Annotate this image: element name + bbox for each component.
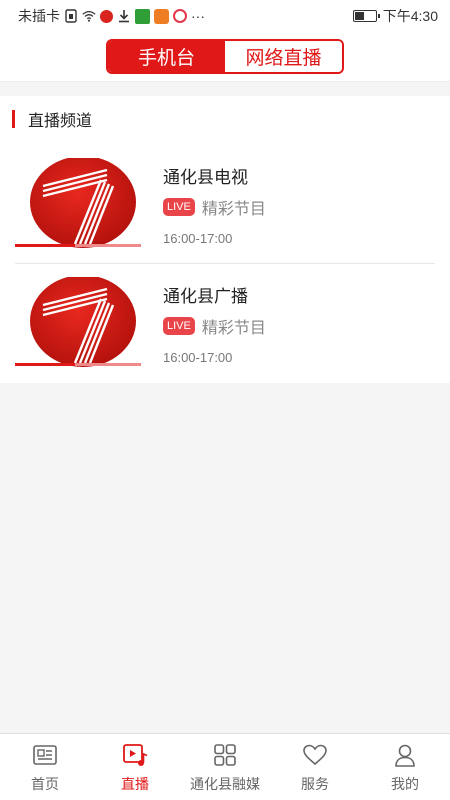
live-badge: LIVE <box>163 198 195 216</box>
channel-name: 通化县广播 <box>163 287 248 306</box>
more-notifications: ··· <box>191 8 205 24</box>
app-notification-icon <box>173 9 187 23</box>
divider <box>15 263 435 264</box>
tab-mobile-station[interactable]: 手机台 <box>108 41 225 72</box>
section-title: 直播频道 <box>28 113 93 130</box>
program-time: 16:00-17:00 <box>163 350 233 365</box>
status-bar: 未插卡 ··· 下午4:30 <box>0 0 450 32</box>
live-video-icon <box>123 744 148 766</box>
wifi-icon <box>82 10 96 22</box>
battery-icon <box>352 10 380 22</box>
program-time: 16:00-17:00 <box>163 231 233 246</box>
nav-label: 直播 <box>121 776 149 792</box>
nav-item-profile[interactable]: 我的 <box>360 734 450 800</box>
app-notification-icon <box>154 8 169 24</box>
header: 手机台 网络直播 <box>0 32 450 82</box>
live-badge: LIVE <box>163 317 195 335</box>
nav-label: 服务 <box>301 776 329 792</box>
channel-name: 通化县电视 <box>163 168 248 187</box>
app-notification-icon <box>135 8 150 24</box>
channel-logo-icon <box>15 158 141 248</box>
nav-label: 通化县融媒 <box>190 776 260 792</box>
section-accent-bar <box>12 110 15 128</box>
app-notification-icon <box>100 9 113 23</box>
nav-item-live[interactable]: 直播 <box>90 734 180 800</box>
nav-label: 我的 <box>391 776 419 792</box>
channel-item[interactable]: 通化县电视 LIVE 精彩节目 16:00-17:00 <box>0 158 450 276</box>
download-icon <box>119 10 129 23</box>
channel-item[interactable]: 通化县广播 LIVE 精彩节目 16:00-17:00 <box>0 277 450 395</box>
heart-icon <box>303 744 327 766</box>
section-header: 直播频道 <box>12 108 92 130</box>
program-name: 精彩节目 <box>201 201 266 218</box>
sim-icon <box>65 9 77 23</box>
live-status-row: LIVE 精彩节目 <box>163 195 266 219</box>
nav-item-media[interactable]: 通化县融媒 <box>180 734 270 800</box>
tab-network-live[interactable]: 网络直播 <box>225 41 342 72</box>
bottom-nav: 首页 直播 通化县融媒 服务 我的 <box>0 733 450 800</box>
segmented-tabs: 手机台 网络直播 <box>106 39 344 74</box>
nav-item-services[interactable]: 服务 <box>270 734 360 800</box>
nav-item-home[interactable]: 首页 <box>0 734 90 800</box>
grid-icon <box>214 744 236 766</box>
program-name: 精彩节目 <box>201 320 266 337</box>
user-icon <box>395 744 415 767</box>
live-channels-card: 直播频道 通化县电视 LIVE 精彩节目 16:00-17:00 通化县广播 L… <box>0 96 450 383</box>
channel-logo-icon <box>15 277 141 367</box>
clock: 下午4:30 <box>382 8 438 24</box>
live-status-row: LIVE 精彩节目 <box>163 314 266 338</box>
carrier-text: 未插卡 <box>18 8 60 24</box>
nav-label: 首页 <box>31 776 59 792</box>
news-icon <box>33 745 57 765</box>
